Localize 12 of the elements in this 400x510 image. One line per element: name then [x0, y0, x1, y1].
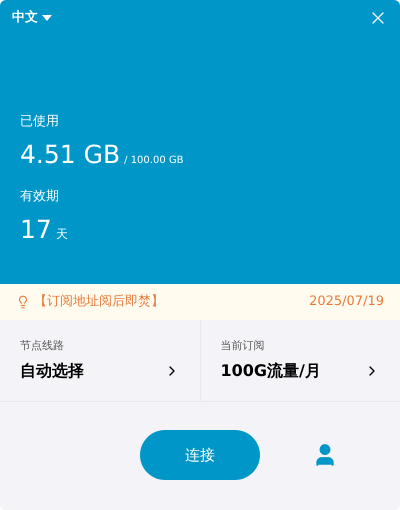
subscription-card[interactable]: 当前订阅 100G流量/月 — [200, 320, 400, 401]
lightbulb-icon — [16, 295, 30, 309]
subscription-card[interactable]: 节点线路 自动选择 — [0, 320, 200, 401]
notice-date: 2025/07/19 — [309, 293, 384, 312]
usage-label: 已使用 — [20, 113, 60, 131]
caret-icon — [42, 15, 52, 21]
validity-unit: 天 — [56, 226, 68, 242]
validity-label: 有效期 — [20, 188, 60, 206]
usage-total: / 100.00 GB — [124, 154, 184, 168]
validity-value: 17 — [20, 214, 52, 246]
usage-value: 4.51 GB — [20, 138, 120, 170]
notice-text: 【订阅地址阅后即焚】 — [34, 293, 164, 312]
